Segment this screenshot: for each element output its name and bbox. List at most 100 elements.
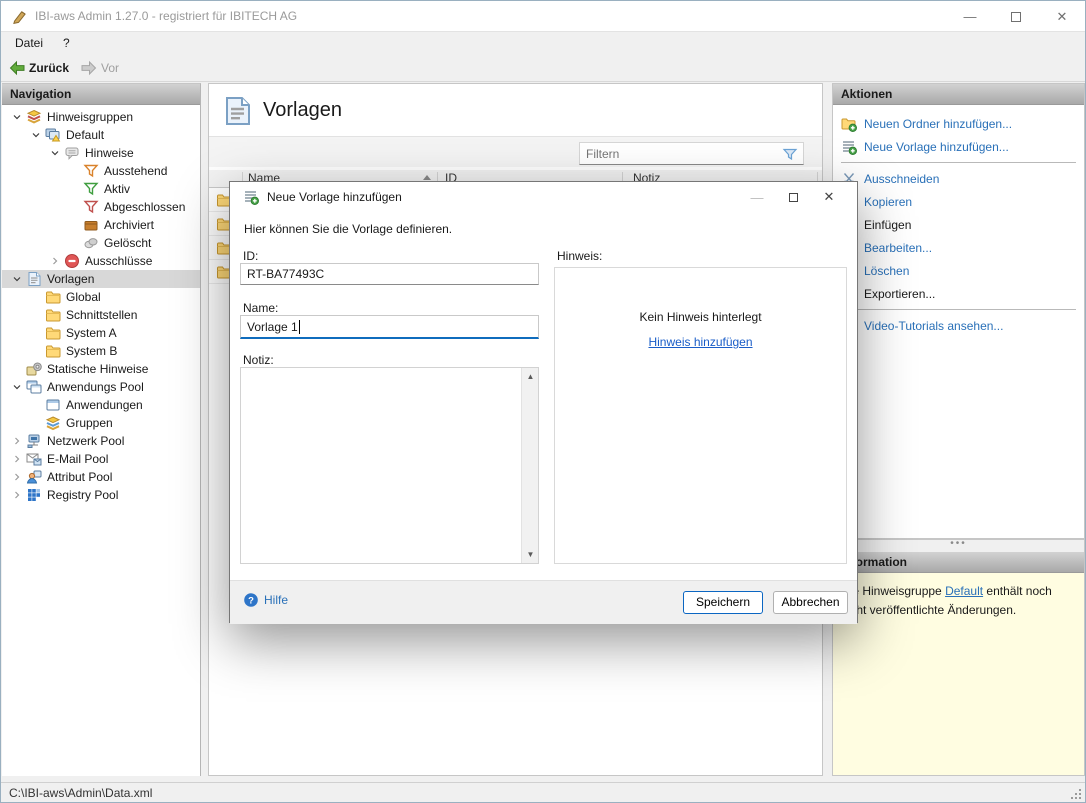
action-kopieren[interactable]: Kopieren — [833, 190, 1084, 213]
nav-item-schnittstellen[interactable]: Schnittstellen — [2, 306, 200, 324]
funnel-orange-icon — [83, 163, 99, 179]
dialog-maximize-button[interactable] — [775, 182, 811, 212]
action-bearbeiten[interactable]: Bearbeiten... — [833, 236, 1084, 259]
nav-item-system-a[interactable]: System A — [2, 324, 200, 342]
svg-text:?: ? — [248, 595, 254, 606]
actions-separator — [841, 162, 1076, 163]
nav-item-default[interactable]: Default — [2, 126, 200, 144]
nav-item-anwendungen[interactable]: Anwendungen — [2, 396, 200, 414]
name-label: Name: — [243, 301, 278, 315]
information-panel: ••• Information Die Hinweisgruppe Defaul… — [832, 539, 1085, 776]
chevron-down-icon[interactable] — [7, 272, 26, 286]
registry-icon — [26, 487, 42, 503]
nav-item-attribut-pool[interactable]: Attribut Pool — [2, 468, 200, 486]
scroll-up-icon[interactable]: ▲ — [522, 368, 539, 385]
id-field[interactable]: RT-BA77493C — [240, 263, 539, 285]
dialog-minimize-button: — — [739, 182, 775, 212]
filter-funnel-icon[interactable] — [782, 146, 798, 162]
chevron-down-icon[interactable] — [7, 110, 26, 124]
action-loschen[interactable]: Löschen — [833, 259, 1084, 282]
help-link[interactable]: ? Hilfe — [243, 592, 288, 608]
tree-item-label: Hinweise — [85, 146, 134, 160]
nav-item-global[interactable]: Global — [2, 288, 200, 306]
chevron-right-icon[interactable] — [7, 488, 26, 502]
action-label: Video-Tutorials ansehen... — [864, 319, 1003, 333]
template-page-icon — [26, 271, 42, 287]
tree-item-label: Aktiv — [104, 182, 130, 196]
add-hinweis-link[interactable]: Hinweis hinzufügen — [648, 335, 752, 349]
window-controls: — ✕ — [947, 1, 1085, 32]
dialog-close-button[interactable]: ✕ — [811, 182, 847, 212]
action-neue-vorlage-hinzufugen[interactable]: Neue Vorlage hinzufügen... — [833, 135, 1084, 158]
nav-item-ausschlusse[interactable]: Ausschlüsse — [2, 252, 200, 270]
navigation-panel: Navigation HinweisgruppenDefaultHinweise… — [2, 83, 201, 776]
back-button[interactable]: Zurück — [9, 58, 69, 78]
nav-item-registry-pool[interactable]: Registry Pool — [2, 486, 200, 504]
nav-item-hinweise[interactable]: Hinweise — [2, 144, 200, 162]
chevron-right-icon[interactable] — [7, 434, 26, 448]
nav-item-system-b[interactable]: System B — [2, 342, 200, 360]
nav-item-hinweisgruppen[interactable]: Hinweisgruppen — [2, 108, 200, 126]
id-label: ID: — [243, 249, 258, 263]
nav-item-ausstehend[interactable]: Ausstehend — [2, 162, 200, 180]
chevron-down-icon[interactable] — [26, 128, 45, 142]
nav-item-aktiv[interactable]: Aktiv — [2, 180, 200, 198]
nav-item-gruppen[interactable]: Gruppen — [2, 414, 200, 432]
tree-item-label: Anwendungs Pool — [47, 380, 144, 394]
name-field[interactable]: Vorlage 1 — [240, 315, 539, 339]
static-notes-icon — [26, 361, 42, 377]
resize-grip-icon[interactable] — [1069, 788, 1082, 801]
action-neuen-ordner-hinzufugen[interactable]: Neuen Ordner hinzufügen... — [833, 112, 1084, 135]
cancel-button[interactable]: Abbrechen — [773, 591, 848, 614]
minimize-button[interactable]: — — [947, 1, 993, 32]
action-ausschneiden[interactable]: Ausschneiden — [833, 167, 1084, 190]
nav-item-archiviert[interactable]: Archiviert — [2, 216, 200, 234]
dialog-title: Neue Vorlage hinzufügen — [267, 182, 402, 212]
nav-item-vorlagen[interactable]: Vorlagen — [2, 270, 200, 288]
note-bubble-icon — [64, 145, 80, 161]
menu-datei[interactable]: Datei — [11, 32, 47, 54]
close-button[interactable]: ✕ — [1039, 1, 1085, 32]
scroll-down-icon[interactable]: ▼ — [522, 546, 539, 563]
action-video-tutorials-ansehen[interactable]: Video-Tutorials ansehen... — [833, 314, 1084, 337]
nav-item-e-mail-pool[interactable]: E-Mail Pool — [2, 450, 200, 468]
nav-item-anwendungs-pool[interactable]: Anwendungs Pool — [2, 378, 200, 396]
new-template-icon — [841, 139, 857, 155]
help-label: Hilfe — [264, 593, 288, 607]
filter-input[interactable] — [580, 147, 782, 161]
chevron-right-icon[interactable] — [45, 254, 64, 268]
help-icon: ? — [243, 592, 259, 608]
tree-item-label: Ausschlüsse — [85, 254, 152, 268]
tree-indent — [26, 326, 45, 340]
nav-item-abgeschlossen[interactable]: Abgeschlossen — [2, 198, 200, 216]
chevron-right-icon[interactable] — [7, 470, 26, 484]
menu-help[interactable]: ? — [59, 32, 74, 54]
default-group-link[interactable]: Default — [945, 584, 983, 598]
chevron-down-icon[interactable] — [45, 146, 64, 160]
notiz-scrollbar[interactable]: ▲ ▼ — [521, 368, 538, 563]
action-label: Löschen — [864, 264, 909, 278]
nav-item-geloscht[interactable]: Gelöscht — [2, 234, 200, 252]
nav-item-netzwerk-pool[interactable]: Netzwerk Pool — [2, 432, 200, 450]
group-stack-icon — [26, 109, 42, 125]
tree-item-label: Schnittstellen — [66, 308, 137, 322]
tree-indent — [64, 236, 83, 250]
notiz-textarea[interactable]: ▲ ▼ — [240, 367, 539, 564]
exclude-icon — [64, 253, 80, 269]
network-icon — [26, 433, 42, 449]
nav-item-statische-hinweise[interactable]: Statische Hinweise — [2, 360, 200, 378]
tree-indent — [26, 398, 45, 412]
save-button[interactable]: Speichern — [683, 591, 763, 614]
chevron-right-icon[interactable] — [7, 452, 26, 466]
splitter-handle[interactable]: ••• — [833, 540, 1084, 552]
tree-indent — [7, 362, 26, 376]
maximize-button[interactable] — [993, 1, 1039, 32]
menu-bar: Datei ? — [1, 32, 1085, 54]
tree-item-label: Hinweisgruppen — [47, 110, 133, 124]
chevron-down-icon[interactable] — [7, 380, 26, 394]
action-label: Bearbeiten... — [864, 241, 932, 255]
hinweis-empty-text: Kein Hinweis hinterlegt — [555, 310, 846, 324]
back-arrow-icon — [9, 60, 25, 76]
tree-indent — [26, 290, 45, 304]
tree-item-label: Anwendungen — [66, 398, 143, 412]
